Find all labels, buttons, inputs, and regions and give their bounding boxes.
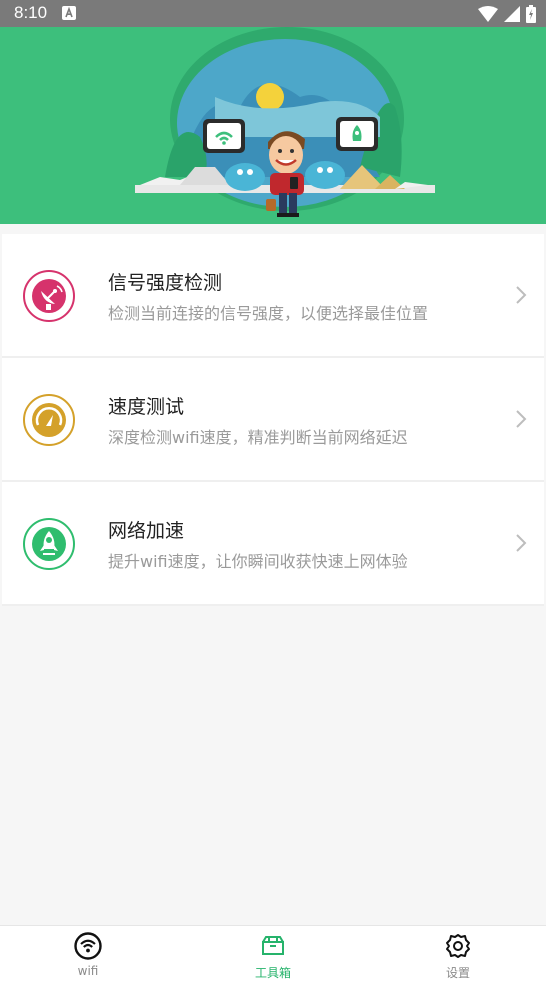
gear-icon [446, 934, 470, 958]
list-item-speed-test[interactable]: 速度测试 深度检测wifi速度，精准判断当前网络延迟 [2, 358, 544, 482]
system-icons [478, 4, 536, 23]
tool-list: 信号强度检测 检测当前连接的信号强度，以便选择最佳位置 速度测试 深度检测wif… [2, 234, 544, 606]
battery-icon [526, 4, 536, 23]
status-time: 8:10 [14, 3, 48, 22]
tab-toolbox[interactable]: 工具箱 [233, 926, 313, 981]
speedometer-icon [23, 394, 75, 446]
tab-wifi[interactable]: wifi [48, 926, 128, 981]
man-with-phone-wifi-illustration [135, 27, 435, 217]
item-title: 速度测试 [108, 396, 185, 418]
wifi-circle-icon [74, 932, 102, 960]
satellite-dish-icon [23, 270, 75, 322]
item-description: 提升wifi速度，让你瞬间收获快速上网体验 [108, 552, 408, 571]
item-title: 网络加速 [108, 520, 185, 542]
chevron-right-icon [516, 286, 527, 304]
status-bar: 8:10 [0, 0, 546, 27]
signal-icon [504, 5, 520, 22]
list-item-signal-strength[interactable]: 信号强度检测 检测当前连接的信号强度，以便选择最佳位置 [2, 234, 544, 358]
tab-settings[interactable]: 设置 [418, 926, 498, 981]
item-title: 信号强度检测 [108, 272, 223, 294]
item-description: 深度检测wifi速度，精准判断当前网络延迟 [108, 428, 408, 447]
item-description: 检测当前连接的信号强度，以便选择最佳位置 [108, 304, 429, 323]
rocket-icon [23, 518, 75, 570]
tab-label: wifi [77, 964, 99, 978]
tab-label: 工具箱 [254, 966, 291, 980]
list-item-network-boost[interactable]: 网络加速 提升wifi速度，让你瞬间收获快速上网体验 [2, 482, 544, 606]
bottom-tab-bar: wifi 工具箱 设置 [0, 925, 546, 981]
a-notification-icon [62, 6, 76, 20]
tab-label: 设置 [445, 966, 470, 980]
wifi-icon [478, 5, 498, 22]
toolbox-icon [262, 936, 284, 955]
chevron-right-icon [516, 410, 527, 428]
chevron-right-icon [516, 534, 527, 552]
banner [0, 27, 546, 224]
